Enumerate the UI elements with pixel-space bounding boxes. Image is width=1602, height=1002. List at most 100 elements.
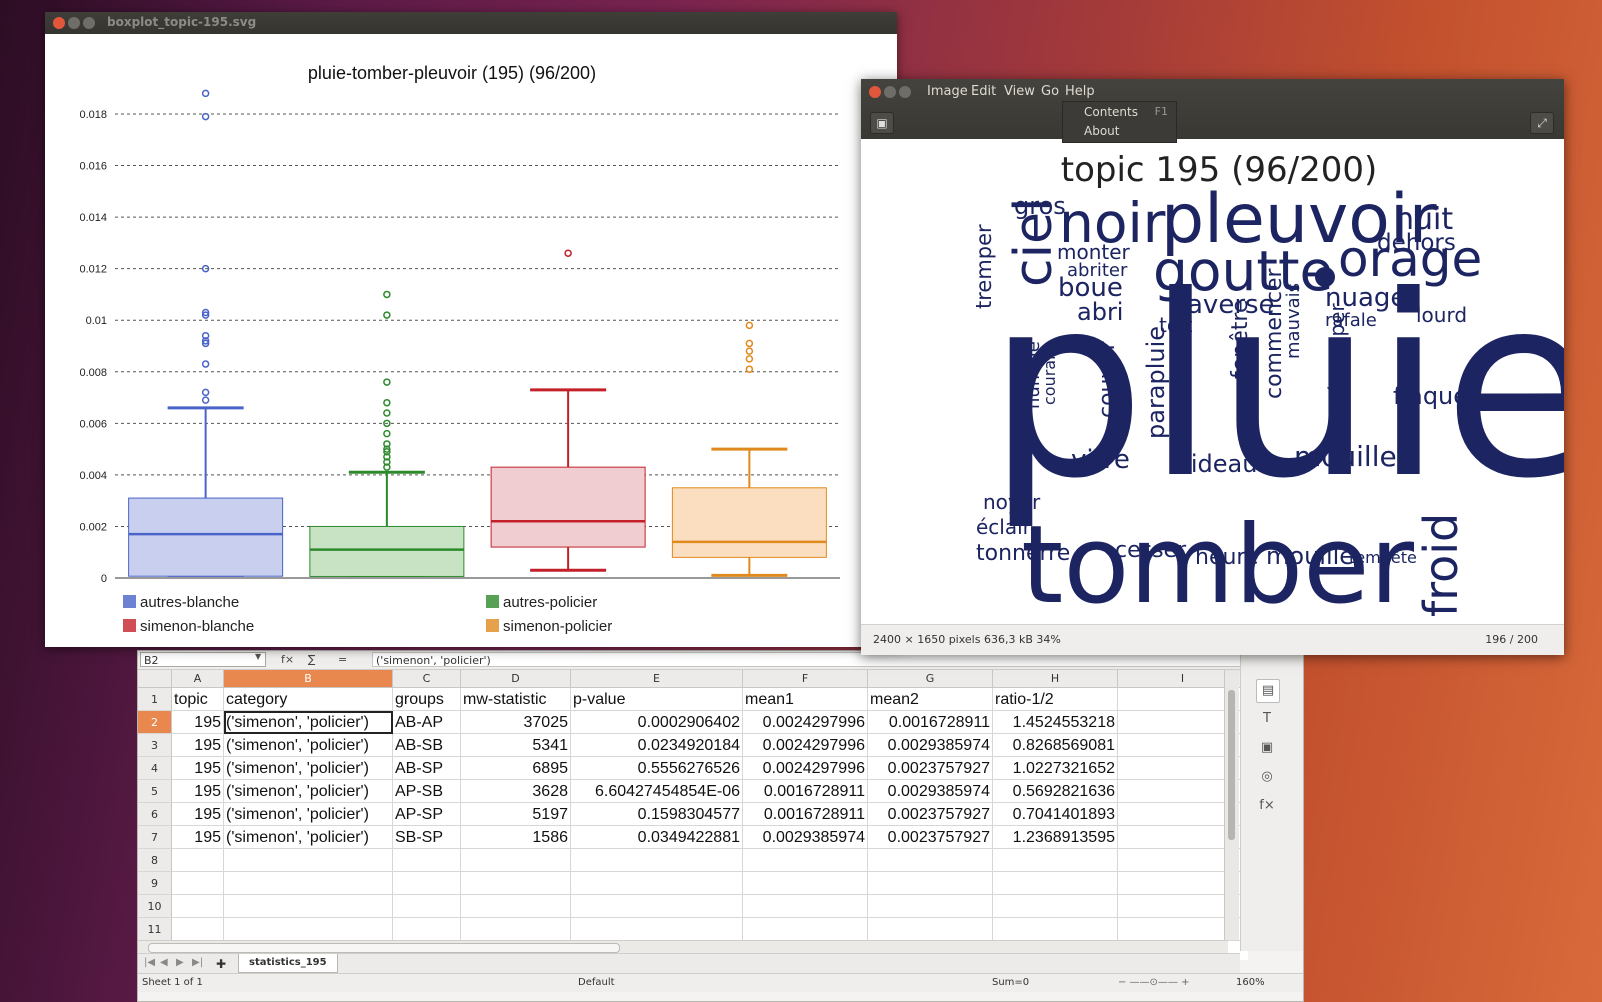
sum-icon[interactable]: ∑ <box>308 653 315 666</box>
table-cell[interactable] <box>172 872 224 895</box>
table-cell[interactable] <box>224 895 393 918</box>
menu-help[interactable]: Help <box>1065 84 1095 99</box>
column-header[interactable]: B <box>224 670 393 688</box>
fullscreen-icon[interactable]: ⤢ <box>1530 112 1554 134</box>
sidebar-toggle-icon[interactable]: ▣ <box>870 112 894 134</box>
row-header[interactable]: 10 <box>138 895 172 918</box>
minimize-icon[interactable] <box>68 17 80 29</box>
menu-go[interactable]: Go <box>1041 84 1059 99</box>
table-cell[interactable] <box>461 849 571 872</box>
table-cell[interactable]: groups <box>393 688 461 711</box>
table-cell[interactable]: mw-statistic <box>461 688 571 711</box>
table-cell[interactable] <box>393 849 461 872</box>
table-cell[interactable]: 6.60427454854E-06 <box>571 780 743 803</box>
sheet-grid[interactable]: A B C D E F G H I 1 topic category groups mw-statisti… <box>138 670 1248 960</box>
table-cell[interactable]: 1.2368913595 <box>993 826 1118 849</box>
gallery-icon[interactable]: ▣ <box>1256 737 1278 759</box>
table-cell[interactable]: 0.1598304577 <box>571 803 743 826</box>
table-cell[interactable]: AB-AP <box>393 711 461 734</box>
table-cell[interactable]: 195 <box>172 780 224 803</box>
table-cell[interactable] <box>224 918 393 941</box>
row-header[interactable]: 3 <box>138 734 172 757</box>
table-cell[interactable] <box>743 918 868 941</box>
column-header[interactable]: G <box>868 670 993 688</box>
scroll-thumb[interactable] <box>148 943 620 953</box>
table-cell[interactable] <box>993 872 1118 895</box>
table-cell[interactable]: 1586 <box>461 826 571 849</box>
row-header[interactable]: 5 <box>138 780 172 803</box>
add-sheet-icon[interactable]: ✚ <box>216 957 226 971</box>
table-cell[interactable]: 0.8268569081 <box>993 734 1118 757</box>
properties-icon[interactable]: ▤ <box>1256 679 1280 703</box>
table-cell[interactable]: topic <box>172 688 224 711</box>
last-sheet-icon[interactable]: ▶| <box>192 957 203 968</box>
zoom-slider[interactable]: − ——⊙—— + <box>1118 974 1190 992</box>
column-header[interactable]: D <box>461 670 571 688</box>
table-cell[interactable]: ('simenon', 'policier') <box>224 780 393 803</box>
table-cell[interactable]: 0.5692821636 <box>993 780 1118 803</box>
table-cell[interactable] <box>571 849 743 872</box>
table-cell[interactable]: 0.0349422881 <box>571 826 743 849</box>
row-header[interactable]: 1 <box>138 688 172 711</box>
table-cell[interactable]: 0.0023757927 <box>868 757 993 780</box>
table-cell[interactable]: 5197 <box>461 803 571 826</box>
chart-titlebar[interactable]: boxplot_topic-195.svg <box>45 12 897 34</box>
column-header[interactable]: F <box>743 670 868 688</box>
table-cell[interactable] <box>172 895 224 918</box>
table-cell[interactable] <box>172 918 224 941</box>
next-sheet-icon[interactable]: ▶ <box>176 957 184 968</box>
table-cell[interactable]: 0.5556276526 <box>571 757 743 780</box>
menu-view[interactable]: View <box>1004 84 1035 99</box>
close-icon[interactable] <box>869 86 881 98</box>
table-cell[interactable]: 5341 <box>461 734 571 757</box>
vertical-scrollbar[interactable] <box>1224 670 1239 940</box>
row-header[interactable]: 6 <box>138 803 172 826</box>
table-cell[interactable] <box>993 895 1118 918</box>
table-cell[interactable]: 0.0016728911 <box>868 711 993 734</box>
maximize-icon[interactable] <box>899 86 911 98</box>
table-cell[interactable]: 0.0029385974 <box>868 780 993 803</box>
table-cell[interactable] <box>393 895 461 918</box>
table-cell[interactable] <box>461 872 571 895</box>
prev-sheet-icon[interactable]: ◀ <box>160 957 168 968</box>
row-header[interactable]: 8 <box>138 849 172 872</box>
close-icon[interactable] <box>53 17 65 29</box>
table-cell[interactable]: ('simenon', 'policier') <box>224 734 393 757</box>
table-cell[interactable]: 195 <box>172 757 224 780</box>
table-cell[interactable]: 0.0024297996 <box>743 757 868 780</box>
row-header[interactable]: 11 <box>138 918 172 941</box>
corner-select-all[interactable] <box>138 670 172 688</box>
table-cell[interactable]: p-value <box>571 688 743 711</box>
table-cell[interactable] <box>571 918 743 941</box>
table-cell[interactable]: 0.0024297996 <box>743 711 868 734</box>
table-cell[interactable]: 0.7041401893 <box>993 803 1118 826</box>
table-cell[interactable]: 0.0023757927 <box>868 803 993 826</box>
table-cell[interactable]: 3628 <box>461 780 571 803</box>
menu-contents[interactable]: Contents <box>1084 105 1138 119</box>
table-cell[interactable] <box>868 872 993 895</box>
table-cell[interactable]: AB-SB <box>393 734 461 757</box>
table-cell[interactable]: AP-SP <box>393 803 461 826</box>
column-header[interactable]: H <box>993 670 1118 688</box>
row-header[interactable]: 7 <box>138 826 172 849</box>
table-cell[interactable] <box>224 872 393 895</box>
menu-edit[interactable]: Edit <box>971 84 996 99</box>
menu-image[interactable]: Image <box>927 84 968 99</box>
table-cell[interactable]: 195 <box>172 803 224 826</box>
table-cell[interactable]: 0.0016728911 <box>743 803 868 826</box>
table-cell[interactable] <box>993 918 1118 941</box>
table-cell[interactable] <box>393 872 461 895</box>
table-cell[interactable]: 195 <box>172 734 224 757</box>
chevron-down-icon[interactable]: ▼ <box>255 652 261 661</box>
table-cell[interactable]: SB-SP <box>393 826 461 849</box>
table-cell[interactable]: ('simenon', 'policier') <box>224 711 393 734</box>
table-cell[interactable]: ('simenon', 'policier') <box>224 757 393 780</box>
table-cell[interactable]: 37025 <box>461 711 571 734</box>
sheet-tab[interactable]: statistics_195 <box>238 954 338 973</box>
table-cell[interactable] <box>868 918 993 941</box>
table-cell[interactable] <box>571 872 743 895</box>
table-cell[interactable]: 0.0234920184 <box>571 734 743 757</box>
table-cell[interactable]: 0.0023757927 <box>868 826 993 849</box>
table-cell[interactable] <box>743 849 868 872</box>
horizontal-scrollbar[interactable] <box>138 940 1228 953</box>
